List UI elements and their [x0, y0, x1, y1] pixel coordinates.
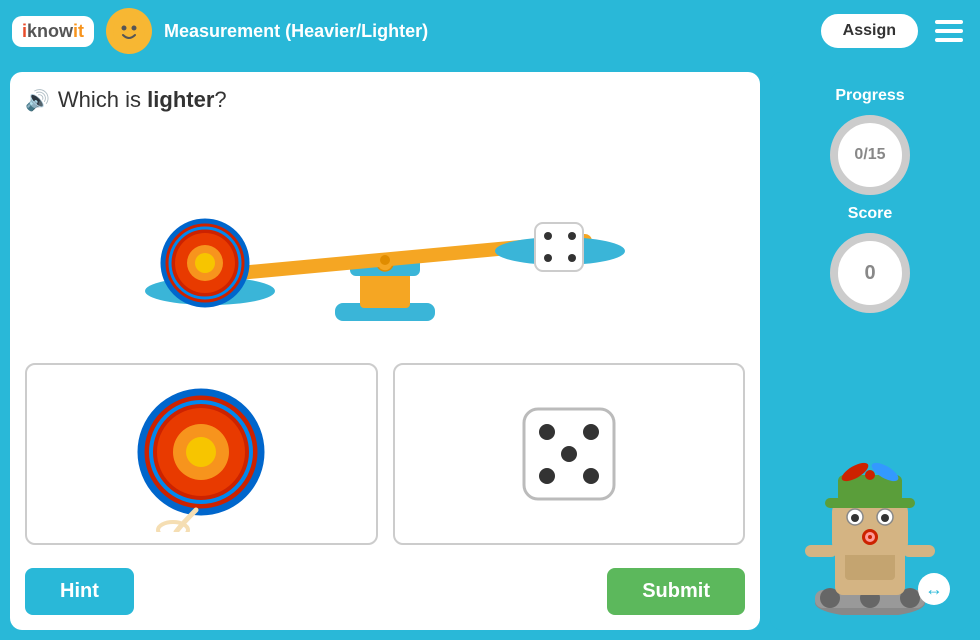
- sound-icon[interactable]: 🔊: [25, 88, 50, 113]
- bottom-buttons: Hint Submit: [25, 560, 745, 615]
- choices-container: [25, 363, 745, 545]
- dice-image: [519, 404, 619, 504]
- submit-button[interactable]: Submit: [607, 568, 745, 615]
- robot-area: ↔: [780, 323, 960, 615]
- arrow-icon: ↔: [925, 579, 943, 600]
- menu-button[interactable]: [930, 15, 968, 47]
- arrow-button[interactable]: ↔: [918, 573, 950, 605]
- hint-button[interactable]: Hint: [25, 568, 134, 615]
- hamburger-line: [935, 20, 963, 24]
- question-bold: lighter: [147, 87, 214, 112]
- logo-it: it: [73, 21, 84, 42]
- assign-button[interactable]: Assign: [821, 14, 918, 48]
- progress-label: Progress: [835, 87, 904, 105]
- header: iknowit Measurement (Heavier/Lighter) As…: [0, 0, 980, 62]
- progress-circle: 0/15: [830, 115, 910, 195]
- yoyo-image: [131, 377, 271, 532]
- main-container: 🔊 Which is lighter?: [0, 62, 980, 640]
- logo-know: know: [27, 21, 73, 42]
- hamburger-line: [935, 38, 963, 42]
- page-title: Measurement (Heavier/Lighter): [164, 21, 809, 42]
- left-panel: 🔊 Which is lighter?: [10, 72, 760, 630]
- scale-area: [25, 128, 745, 348]
- choice-yoyo[interactable]: [25, 363, 378, 545]
- score-value: 0: [864, 262, 875, 285]
- question-header: 🔊 Which is lighter?: [25, 87, 745, 113]
- score-label: Score: [848, 205, 892, 223]
- hamburger-line: [935, 29, 963, 33]
- scale-svg: [105, 133, 665, 343]
- right-panel: Progress 0/15 Score 0: [770, 72, 970, 630]
- progress-value: 0/15: [854, 146, 885, 164]
- avatar: [106, 8, 152, 54]
- score-circle: 0: [830, 233, 910, 313]
- logo: iknowit: [12, 16, 94, 47]
- question-text: Which is lighter?: [58, 87, 227, 113]
- choice-dice[interactable]: [393, 363, 746, 545]
